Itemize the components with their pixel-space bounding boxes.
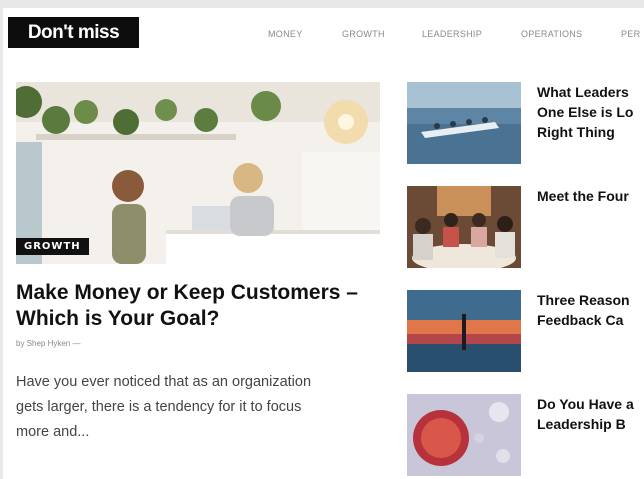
article-thumbnail-meeting[interactable] xyxy=(407,186,521,268)
article-1-line-1: What Leaders xyxy=(537,84,629,100)
article-thumbnail-sunset-reflection[interactable] xyxy=(407,290,521,372)
page: Don't miss MONEY GROWTH LEADERSHIP OPERA… xyxy=(3,8,644,479)
byline: by Shep Hyken — xyxy=(16,339,81,348)
nav-item-growth[interactable]: GROWTH xyxy=(342,29,385,39)
featured-title-line-2: Which is Your Goal? xyxy=(16,307,220,330)
article-4-line-2: Leadership B xyxy=(537,416,626,432)
article-thumbnail-rowing[interactable] xyxy=(407,82,521,164)
featured-image[interactable] xyxy=(16,82,380,264)
category-nav: MONEY GROWTH LEADERSHIP OPERATIONS PER xyxy=(3,29,644,43)
article-title-3[interactable]: Three Reason Feedback Ca xyxy=(537,290,644,330)
article-title-1[interactable]: What Leaders One Else is Lo Right Thing xyxy=(537,82,644,142)
featured-title[interactable]: Make Money or Keep Customers – Which is … xyxy=(16,280,396,332)
excerpt-line-1: Have you ever noticed that as an organiz… xyxy=(16,374,312,390)
excerpt-line-3: more and... xyxy=(16,424,90,440)
article-3-line-1: Three Reason xyxy=(537,292,630,308)
featured-title-line-1: Make Money or Keep Customers – xyxy=(16,281,358,304)
article-1-line-3: Right Thing xyxy=(537,124,615,140)
nav-item-per[interactable]: PER xyxy=(621,29,640,39)
category-badge[interactable]: GROWTH xyxy=(16,238,89,255)
article-1-line-2: One Else is Lo xyxy=(537,104,634,120)
article-card-3[interactable]: Three Reason Feedback Ca xyxy=(407,290,644,372)
nav-item-operations[interactable]: OPERATIONS xyxy=(521,29,582,39)
article-thumbnail-virus[interactable] xyxy=(407,394,521,476)
excerpt-line-2: gets larger, there is a tendency for it … xyxy=(16,399,302,415)
nav-item-money[interactable]: MONEY xyxy=(268,29,303,39)
article-2-line-1: Meet the Four xyxy=(537,188,629,204)
article-card-2[interactable]: Meet the Four xyxy=(407,186,644,268)
article-title-4[interactable]: Do You Have a Leadership B xyxy=(537,394,644,434)
article-3-line-2: Feedback Ca xyxy=(537,312,624,328)
article-title-2[interactable]: Meet the Four xyxy=(537,186,644,206)
nav-item-leadership[interactable]: LEADERSHIP xyxy=(422,29,482,39)
article-4-line-1: Do You Have a xyxy=(537,396,634,412)
article-card-1[interactable]: What Leaders One Else is Lo Right Thing xyxy=(407,82,644,164)
featured-excerpt: Have you ever noticed that as an organiz… xyxy=(16,370,384,445)
article-card-4[interactable]: Do You Have a Leadership B xyxy=(407,394,644,476)
